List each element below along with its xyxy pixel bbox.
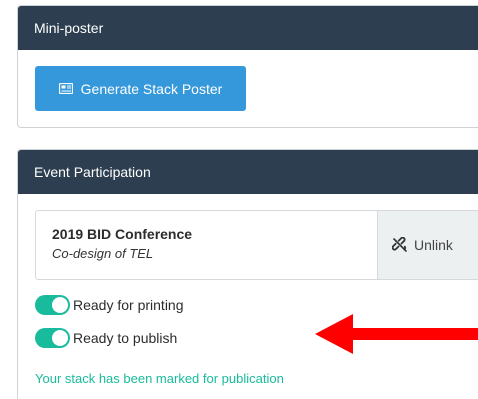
toggle-knob xyxy=(52,297,68,313)
event-title: 2019 BID Conference xyxy=(52,226,193,242)
unlink-icon xyxy=(391,236,408,253)
event-participation-card: Event Participation 2019 BID Conference … xyxy=(17,149,478,399)
page: Mini-poster Generate Stack Poster Event … xyxy=(0,0,478,399)
newspaper-icon xyxy=(58,82,73,95)
toggle-knob xyxy=(52,330,68,346)
ready-for-printing-label: Ready for printing xyxy=(73,297,184,313)
unlink-label: Unlink xyxy=(414,237,453,253)
event-info: 2019 BID Conference Co-design of TEL xyxy=(36,211,377,279)
mini-poster-header: Mini-poster xyxy=(18,6,478,50)
event-item: 2019 BID Conference Co-design of TEL Unl… xyxy=(35,210,478,280)
event-participation-header: Event Participation xyxy=(18,150,478,194)
toggle-row-publish: Ready to publish xyxy=(35,328,177,348)
publication-status-message: Your stack has been marked for publicati… xyxy=(35,371,284,386)
ready-to-publish-label: Ready to publish xyxy=(73,330,178,346)
mini-poster-card: Mini-poster Generate Stack Poster xyxy=(17,5,478,128)
toggle-row-printing: Ready for printing xyxy=(35,295,184,315)
ready-for-printing-toggle[interactable] xyxy=(35,295,70,315)
event-subtitle: Co-design of TEL xyxy=(52,246,154,261)
unlink-button[interactable]: Unlink xyxy=(377,211,478,279)
red-annotation-arrow xyxy=(315,314,478,354)
ready-to-publish-toggle[interactable] xyxy=(35,328,70,348)
generate-stack-poster-button[interactable]: Generate Stack Poster xyxy=(35,66,246,111)
generate-stack-poster-label: Generate Stack Poster xyxy=(80,80,223,97)
